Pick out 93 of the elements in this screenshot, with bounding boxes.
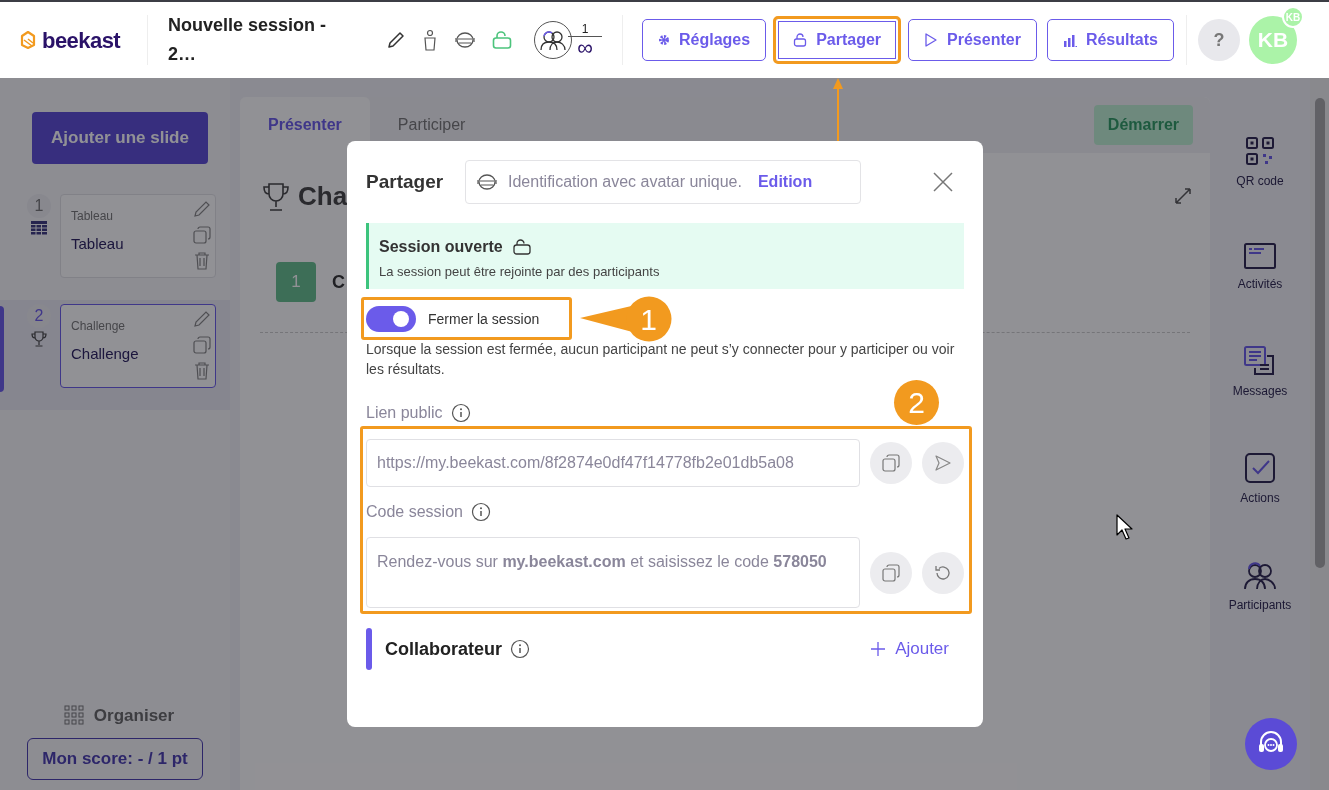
slide-type: Tableau (71, 208, 114, 225)
refresh-icon (934, 563, 952, 582)
selected-slide-row[interactable]: 2 Challenge Challenge (0, 300, 230, 410)
toolbar-button[interactable]: Résultats (1046, 19, 1174, 61)
toggle-help: Lorsque la session est fermée, aucun participant ne peut s’y connecter pour y participer ou voir les résultats. (366, 340, 956, 379)
session-title: Nouvelle session - 2… (168, 14, 328, 66)
status-text: La session peut être rejointe par des participants (379, 263, 661, 281)
mouse-cursor-icon (1116, 514, 1134, 540)
slide-card[interactable]: Tableau Tableau (60, 194, 216, 278)
session-code-field[interactable]: Rendez-vous sur my.beekast.com et saisissez le code 578050 (366, 537, 860, 608)
trash-icon (194, 252, 210, 270)
close-icon (932, 171, 954, 193)
sidebar-item[interactable]: QR code (1236, 136, 1284, 190)
gear-icon (658, 34, 670, 46)
section-title: Collaborateur (385, 637, 503, 661)
identification-text: Identification avec avatar unique. (508, 172, 742, 192)
mask-icon (454, 31, 476, 49)
trash-icon (194, 362, 210, 380)
messages-icon (1244, 346, 1276, 376)
table-icon (31, 220, 47, 236)
slide-title: Tableau (71, 234, 124, 254)
toggle-switch[interactable] (366, 306, 416, 332)
person-icon (422, 29, 438, 51)
pencil-icon (193, 200, 211, 218)
qr-code-icon (1245, 136, 1275, 166)
checkbox-icon (1245, 453, 1275, 483)
people-icon (540, 29, 566, 51)
info-icon (450, 403, 471, 423)
info-icon (470, 502, 491, 522)
slide-heading: Cha (298, 180, 348, 213)
mask-icon (476, 173, 498, 191)
slide-card[interactable]: Challenge Challenge (60, 304, 216, 388)
edit-link[interactable]: Edition (757, 170, 813, 194)
add-slide-button[interactable]: Ajouter une slide (32, 112, 208, 164)
trophy-icon (262, 181, 290, 212)
help-button[interactable]: ? (1197, 19, 1240, 61)
field-label: Lien public (366, 403, 443, 423)
open-padlock-icon (512, 239, 531, 255)
organise-button[interactable]: Organiser (63, 702, 175, 728)
plus-icon (871, 642, 886, 656)
slide-type: Challenge (71, 318, 126, 335)
toolbar-button[interactable]: Partager (773, 16, 902, 64)
sidebar-item[interactable]: Participants (1228, 560, 1292, 614)
copy-icon (193, 336, 211, 354)
send-icon (934, 454, 952, 472)
slide-title: Challenge (71, 344, 139, 364)
copy-icon (882, 563, 900, 582)
status-title: Session ouverte (379, 237, 503, 257)
regenerate-button[interactable] (922, 551, 964, 594)
info-icon (510, 639, 531, 659)
play-icon (924, 32, 939, 48)
copy-button[interactable] (870, 551, 912, 594)
sidebar-item[interactable]: Messages (1232, 346, 1288, 400)
pencil-icon (386, 30, 406, 50)
logo-text: beekast (42, 26, 121, 55)
participant-count: 1 (568, 21, 602, 37)
open-padlock-icon (492, 31, 512, 49)
send-button[interactable] (922, 442, 964, 484)
trophy-icon (31, 330, 47, 348)
annotation-arrow (832, 77, 844, 143)
sidebar-item[interactable]: Actions (1240, 453, 1280, 507)
window-icon (1244, 243, 1276, 269)
avatar-badge: KB (1281, 6, 1304, 28)
copy-icon (193, 226, 211, 244)
slide-number: 1 (27, 194, 51, 218)
item-text: C (332, 270, 345, 294)
accent-bar (366, 628, 372, 670)
copy-icon (882, 454, 900, 472)
toolbar-button[interactable]: Présenter (908, 19, 1037, 61)
toolbar-button[interactable]: Réglages (642, 19, 767, 61)
copy-button[interactable] (870, 442, 912, 484)
close-button[interactable] (932, 171, 954, 193)
item-number: 1 (276, 262, 316, 302)
chat-button[interactable] (1245, 718, 1297, 770)
padlock-icon (793, 33, 808, 47)
scrollbar[interactable] (1310, 78, 1329, 790)
tab[interactable]: Participer (369, 97, 494, 153)
expand-icon (1174, 187, 1192, 205)
tab[interactable]: Présenter (240, 97, 370, 153)
grid-icon (63, 705, 84, 726)
dialog-title: Partager (366, 169, 445, 194)
field-label: Code session (366, 502, 463, 522)
people-icon (1244, 560, 1276, 590)
participant-limit: ∞ (577, 36, 593, 59)
slide-row[interactable]: 1 Tableau Tableau (0, 190, 230, 300)
bee-logo-icon (18, 30, 38, 50)
sidebar-item[interactable]: Activités (1237, 243, 1283, 293)
pencil-icon (193, 310, 211, 328)
link-field[interactable]: https://my.beekast.com/8f2874e0df47f14778fb2e01db5a08 (366, 439, 860, 487)
score-badge: Mon score: - / 1 pt (27, 738, 203, 780)
bar-chart-icon (1062, 33, 1077, 47)
add-collaborator-button[interactable]: Ajouter (871, 636, 949, 662)
toggle-label: Fermer la session (428, 309, 540, 329)
